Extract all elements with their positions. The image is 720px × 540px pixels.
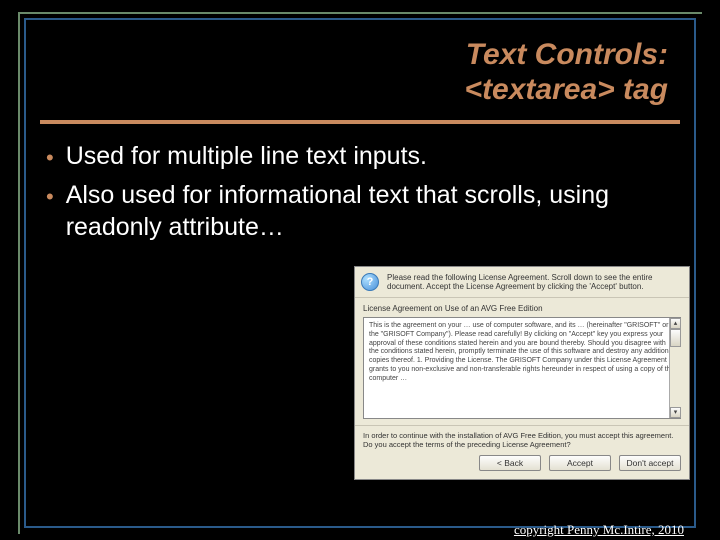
copyright-text: copyright Penny Mc.Intire, 2010 [514,522,684,538]
license-body-text: This is the agreement on your … use of c… [369,322,674,382]
bullet-list: • Used for multiple line text inputs. • … [46,140,674,250]
scrollbar[interactable]: ▴ ▾ [669,318,681,418]
decline-button[interactable]: Don't accept [619,455,681,471]
title-line2: <textarea> tag [60,73,668,108]
title-line1: Text Controls: [60,38,668,73]
title-underline [40,120,680,124]
back-button[interactable]: < Back [479,455,541,471]
bullet-dot-icon: • [46,183,54,212]
accent-left-rule [18,12,20,534]
bullet-item: • Used for multiple line text inputs. [46,140,674,173]
scroll-down-icon[interactable]: ▾ [670,407,681,418]
bullet-item: • Also used for informational text that … [46,179,674,244]
scroll-up-icon[interactable]: ▴ [670,318,681,329]
license-textarea[interactable]: This is the agreement on your … use of c… [363,317,681,419]
dialog-question: In order to continue with the installati… [355,425,689,451]
dialog-button-row: < Back Accept Don't accept [355,451,689,479]
bullet-text: Used for multiple line text inputs. [66,140,427,173]
bullet-dot-icon: • [46,144,54,173]
dialog-instruction-text: Please read the following License Agreem… [387,273,681,291]
slide-title: Text Controls: <textarea> tag [60,38,668,107]
scroll-thumb[interactable] [670,329,681,347]
bullet-text: Also used for informational text that sc… [66,179,674,244]
dialog-body: License Agreement on Use of an AVG Free … [355,298,689,425]
accept-button[interactable]: Accept [549,455,611,471]
license-heading: License Agreement on Use of an AVG Free … [363,304,681,313]
dialog-instruction-row: ? Please read the following License Agre… [355,267,689,298]
question-icon: ? [361,273,379,291]
license-dialog: ? Please read the following License Agre… [354,266,690,480]
